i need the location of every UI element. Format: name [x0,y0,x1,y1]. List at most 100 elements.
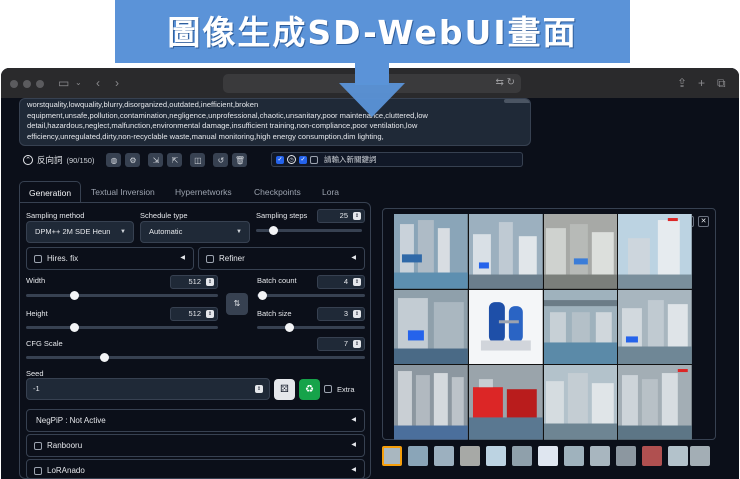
thumbnail[interactable] [590,446,610,466]
slider-knob[interactable] [70,323,79,332]
negpip-accordion[interactable]: NegPiP : Not Active ◀ [26,409,365,432]
thumbnail[interactable] [460,446,480,466]
sidebar-toggle-icon[interactable]: ▭ [58,76,69,90]
slider-knob[interactable] [70,291,79,300]
generated-image[interactable] [468,289,543,365]
minimize-window-icon[interactable] [23,80,31,88]
width-input[interactable]: 512 ⇕ [170,275,218,289]
check-icon[interactable]: ✓ [276,155,284,164]
tab-textual-inversion[interactable]: Textual Inversion [82,181,164,203]
thumbnail[interactable] [668,446,688,466]
thumbnail[interactable] [512,446,532,466]
generated-image[interactable] [618,214,692,289]
thumbnail[interactable] [434,446,454,466]
height-input[interactable]: 512 ⇕ [170,307,218,321]
hires-fix-checkbox[interactable] [34,255,42,263]
share-icon[interactable]: ⇪ [677,76,687,90]
gear-icon[interactable]: ⚙ [125,153,141,167]
slider-knob[interactable] [285,323,294,332]
sampling-method-select[interactable]: DPM++ 2M SDE Heun ▼ [26,221,134,243]
generated-image[interactable] [468,365,543,440]
generated-image[interactable] [394,214,468,289]
height-slider[interactable] [26,323,218,332]
batch-count-input[interactable]: 4 ⇕ [317,275,365,289]
chevron-down-icon[interactable]: ⌄ [75,78,82,87]
generated-image[interactable] [394,365,468,440]
close-window-icon[interactable] [10,80,18,88]
check-icon[interactable]: ✓ [299,155,307,164]
spinner-icon[interactable]: ⇕ [353,278,361,286]
reuse-seed-recycle-icon[interactable]: ♻ [299,379,320,400]
history-icon[interactable]: ↺ [213,153,229,167]
sampling-steps-input[interactable]: 25 ⇕ [317,209,365,223]
thumbnail[interactable] [642,446,662,466]
batch-size-slider[interactable] [257,323,365,332]
spinner-icon[interactable]: ⇕ [353,340,361,348]
generated-image[interactable] [468,214,543,289]
refiner-accordion[interactable]: Refiner ◀ [198,247,365,270]
keyword-input[interactable]: ✓ ◷ ✓ 請輸入新關鍵詞 [271,152,523,167]
seed-input[interactable]: -1 ⇕ [26,378,270,400]
thumbnail[interactable] [564,446,584,466]
ranbooru-label: Ranbooru [47,441,83,450]
translate-icon[interactable]: ⇆ ↻ [495,77,515,88]
schedule-type-select[interactable]: Automatic ▼ [140,221,250,243]
cfg-scale-slider[interactable] [26,353,365,362]
hires-fix-accordion[interactable]: Hires. fix ◀ [26,247,194,270]
maximize-window-icon[interactable] [36,80,44,88]
generated-image[interactable] [618,365,692,440]
globe-icon[interactable]: ◍ [106,153,122,167]
loranado-checkbox[interactable] [34,467,42,475]
batch-size-input[interactable]: 3 ⇕ [317,307,365,321]
tab-checkpoints[interactable]: Checkpoints [245,181,310,203]
thumbnail[interactable] [408,446,428,466]
width-slider[interactable] [26,291,218,300]
tab-generation[interactable]: Generation [19,181,82,203]
tab-overview-icon[interactable]: ⧉ [717,76,726,91]
sampling-steps-slider[interactable] [256,226,362,235]
ranbooru-checkbox[interactable] [34,442,42,450]
export-icon[interactable]: ⇱ [167,153,183,167]
thumbnail[interactable] [538,446,558,466]
arrow-down-icon [339,83,405,117]
generated-image[interactable] [543,289,618,365]
collapse-icon[interactable]: ⌃ [23,155,33,165]
clock-icon[interactable]: ◷ [287,155,296,164]
spinner-icon[interactable]: ⇕ [206,310,214,318]
loranado-accordion[interactable]: LoRAnado ◀ [26,459,365,479]
cfg-scale-input[interactable]: 7 ⇕ [317,337,365,351]
generated-image[interactable] [394,289,468,365]
slider-knob[interactable] [100,353,109,362]
split-icon[interactable]: ◫ [190,153,206,167]
thumbnail-grid[interactable] [382,446,402,466]
forward-arrow-icon[interactable]: › [115,76,119,90]
ranbooru-accordion[interactable]: Ranbooru ◀ [26,434,365,457]
spinner-icon[interactable]: ⇕ [255,385,263,393]
refiner-checkbox[interactable] [206,255,214,263]
generated-image[interactable] [618,289,692,365]
unchecked-box[interactable] [310,155,318,164]
trash-icon[interactable]: 🗑 [232,153,248,167]
spinner-icon[interactable]: ⇕ [206,278,214,286]
new-tab-icon[interactable]: + [698,76,705,90]
negative-prompt-textarea[interactable]: worstquality,lowquality,blurry,disorgani… [19,98,531,146]
batch-count-slider[interactable] [257,291,365,300]
spinner-icon[interactable]: ⇕ [353,212,361,220]
swap-dimensions-button[interactable]: ⇅ [226,293,248,315]
close-icon[interactable]: ✕ [698,216,709,227]
chevron-down-icon: ▼ [120,229,126,235]
spinner-icon[interactable]: ⇕ [353,310,361,318]
slider-knob[interactable] [269,226,278,235]
tab-hypernetworks[interactable]: Hypernetworks [166,181,241,203]
extra-checkbox[interactable] [324,385,332,393]
slider-knob[interactable] [258,291,267,300]
thumbnail[interactable] [690,446,710,466]
tab-lora[interactable]: Lora [313,181,348,203]
import-icon[interactable]: ⇲ [148,153,164,167]
generated-image[interactable] [543,214,618,289]
back-arrow-icon[interactable]: ‹ [96,76,100,90]
thumbnail[interactable] [616,446,636,466]
thumbnail[interactable] [486,446,506,466]
generated-image[interactable] [543,365,618,440]
random-seed-dice-icon[interactable]: ⚄ [274,379,295,400]
